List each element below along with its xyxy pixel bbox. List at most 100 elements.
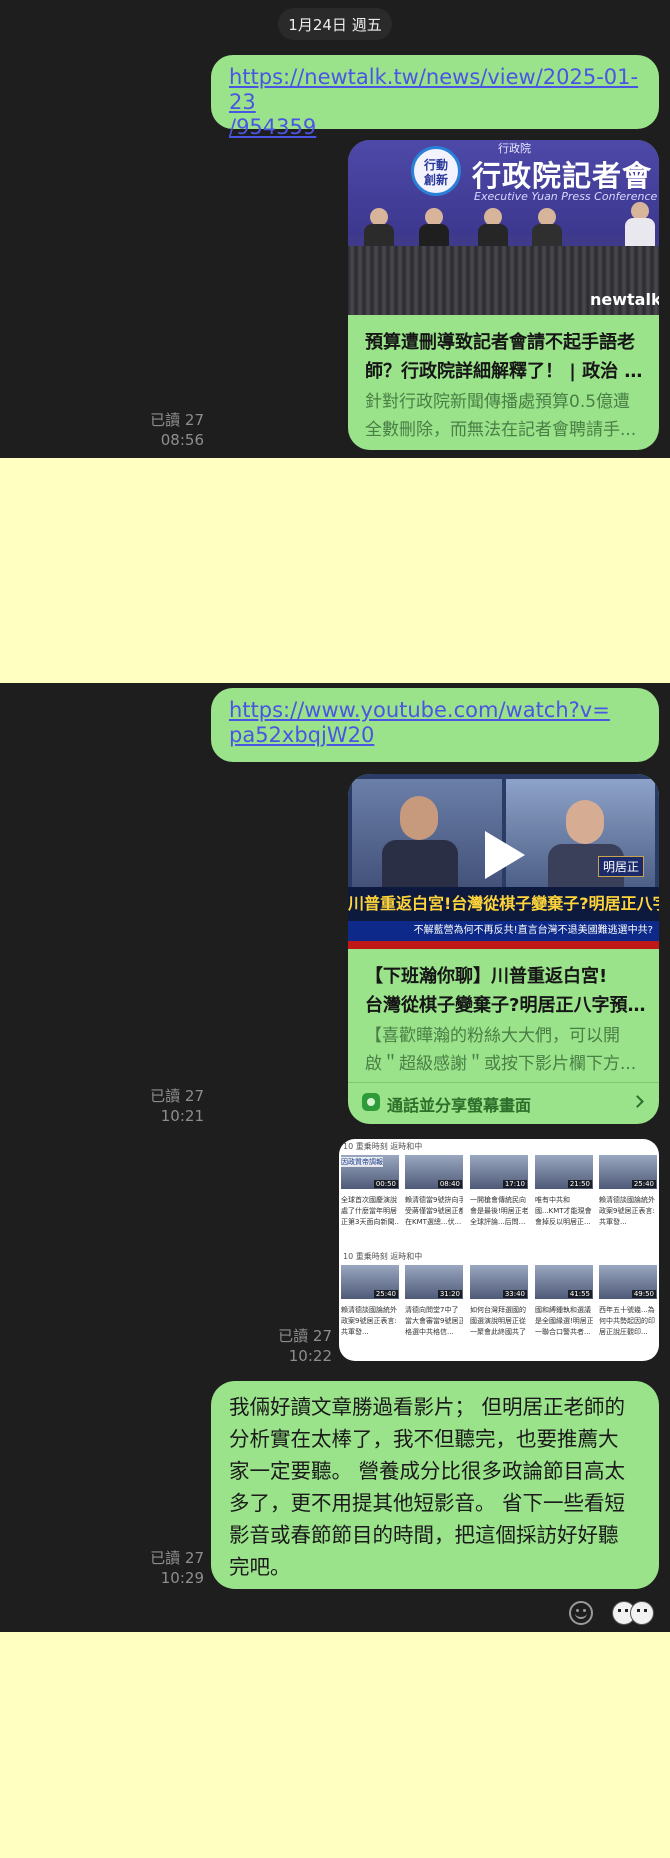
video-list-item[interactable]: 25:40 賴清德談國論統外 政案9號居正表言: 共軍發... [339,1265,399,1355]
video-duration: 49:50 [631,1290,656,1298]
guest-nameplate: 明居正 [598,856,645,877]
preview-desc-line-1: 【喜歡瞱瀚的粉絲大大們，可以開 [365,1026,620,1046]
video-title-line: 國選演說明居正從 [470,1317,526,1325]
host-body [382,840,458,887]
video-title-line: 政案9號居正表言: [341,1317,397,1325]
thumb-bottom-strip [348,941,659,949]
video-title-line: 政案9號居正表言: [599,1207,655,1215]
timestamp: 10:22 [288,1347,332,1365]
message-meta: 已讀 27 10:21 [140,1086,204,1126]
link-preview-card-youtube[interactable]: 明居正 川普重返白宮!台灣從棋子變棄子?明居正八字預言台灣命運! 不解藍營為何不… [348,774,659,1124]
preview-title-line-1[interactable]: 【下班瀚你聊】川普重返白宮! [365,962,647,991]
message-line-5: 影音或春節節目的時間，把這個採訪好好聽 [229,1523,619,1547]
emoji-icon[interactable] [569,1601,593,1625]
video-title-line: 唯有中共和 [535,1196,570,1204]
message-line-3: 家一定要聽。 營養成分比很多政論節目高太 [229,1459,626,1483]
video-duration: 00:50 [373,1180,398,1188]
video-list-rows: 10 重乗時刻 返時和中 00:50 全球首次國慶演說 處了什麼當年明居 正第3天面向新… [339,1139,659,1361]
preview-desc-line-2: 全數刪除，而無法在記者會聘請手... [365,420,637,440]
message-meta: 已讀 27 08:56 [140,410,204,450]
video-list-item[interactable]: 08:40 賴清德當9號拚向手 受蔣僅當9號居正都 在KMT選總...伏... [403,1155,463,1245]
read-receipt: 已讀 27 [278,1327,332,1345]
share-screen-row[interactable]: 通話並分享螢幕畫面 [348,1083,659,1124]
preview-title-line-1[interactable]: 預算遭刪導致記者會請不起手語老 [365,328,647,357]
thumb-caption: 川普重返白宮!台灣從棋子變棄子?明居正八字預言台灣命運! [348,887,659,921]
video-title-line: 在KMT選總...伏... [405,1218,462,1226]
preview-text[interactable]: 預算遭刪導致記者會請不起手語老 師？行政院詳細解釋了！ | 政治 |... 針對… [365,328,647,444]
link-bubble-newtalk[interactable]: https://newtalk.tw/news/view/2025-01-23 … [211,55,659,139]
video-list-item[interactable]: 31:20 清德向問堂7中了 當大會審當9號居正 格選中共格信... [403,1265,463,1355]
guest-figure [566,800,604,844]
video-thumbnail: 25:40 [341,1265,399,1299]
preview-text[interactable]: 【下班瀚你聊】川普重返白宮! 台灣從棋子變棄子?明居正八字預... 【喜歡瞱瀚的… [365,962,647,1078]
video-thumbnail: 41:55 [535,1265,593,1299]
video-title-line: 國...KMT才能現會 [535,1207,592,1215]
video-duration: 21:50 [567,1180,592,1188]
logo-line-1: 行動 [423,158,448,172]
video-list-header: 10 重乗時刻 返時和中 [343,1252,423,1261]
timestamp: 10:21 [160,1107,204,1125]
thumb-subcaption: 不解藍營為何不再反共!直言台灣不退美國難逃選中共? [348,921,659,941]
video-title-line: 共軍發... [341,1328,369,1336]
video-duration: 41:55 [567,1290,592,1298]
video-title-line: 國和縛鍾執和選議 [535,1306,591,1314]
video-list-item[interactable]: 33:40 如何台灣拜選國的 國選演說明居正從 一聚會此終國共了 [468,1265,528,1355]
video-thumbnail[interactable]: 明居正 川普重返白宮!台灣從棋子變棄子?明居正八字預言台灣命運! 不解藍營為何不… [348,774,659,949]
video-title-line: 格選中共格信... [405,1328,454,1336]
video-title-line: 全球首次國慶演說 [341,1196,397,1204]
chevron-right-icon[interactable] [631,1095,644,1108]
chat-section-1: 1月24日 週五 https://newtalk.tw/news/view/20… [0,0,670,458]
video-title-line: 全球評論...后問... [470,1218,526,1226]
link-text-line-2[interactable]: /954359 [229,115,641,140]
text-message-bubble[interactable]: 我倆好讀文章勝過看影片； 但明居正老師的 分析實在太棒了，我不但聽完，也要推薦大… [211,1381,659,1589]
date-divider: 1月24日 週五 [278,8,392,40]
share-screen-label[interactable]: 通話並分享螢幕畫面 [387,1092,531,1116]
link-preview-card-newtalk[interactable]: 行政院 行動 創新 行政院記者會 Executive Yuan Press Co… [348,140,659,450]
reaction-faces-icon[interactable] [612,1601,656,1625]
read-receipt: 已讀 27 [150,1087,204,1105]
message-line-2: 分析實在太棒了，我不但聽完，也要推薦大 [229,1427,619,1451]
video-title-line: 西年五十號幾...為 [599,1306,655,1314]
video-list-item[interactable]: 41:55 國和縛鍾執和選議 是全國緣選!明居正 一聯合口警共者... [533,1265,593,1355]
video-title-line: 正第3天面向新聞... [341,1218,399,1226]
message-line-1: 我倆好讀文章勝過看影片； 但明居正老師的 [229,1395,626,1419]
video-duration: 25:40 [373,1290,398,1298]
message-line-4: 多了，更不用提其他短影音。 省下一些看短 [229,1491,626,1515]
banner-logo: 行動 創新 [411,146,461,196]
preview-image[interactable]: 行政院 行動 創新 行政院記者會 Executive Yuan Press Co… [348,140,659,315]
message-meta: 已讀 27 10:29 [140,1548,204,1588]
image-message-video-list[interactable]: 10 重乗時刻 返時和中 00:50 全球首次國慶演說 處了什麼當年明居 正第3天面向新… [339,1139,659,1361]
link-text-line-2[interactable]: pa52xbqjW20 [229,723,641,748]
video-thumbnail: 31:20 [405,1265,463,1299]
play-icon[interactable] [485,831,525,879]
message-meta: 已讀 27 10:22 [268,1326,332,1366]
video-title-line: 賴清德談國論統外 [599,1196,655,1204]
preview-desc-line-1: 針對行政院新聞傳播處預算0.5億遭 [365,392,631,412]
video-title-line: 居正說圧觀印... [599,1328,648,1336]
host-figure [400,796,438,840]
video-thumbnail: 21:50 [535,1155,593,1189]
link-text-line-1[interactable]: https://www.youtube.com/watch?v= [229,698,641,723]
video-list-item[interactable]: 25:40 賴清德談國論統外 政案9號居正表言: 共軍發... [597,1155,657,1245]
read-receipt: 已讀 27 [150,1549,204,1567]
video-title-line: 共軍發... [599,1218,627,1226]
video-title-line: 受蔣僅當9號居正都 [405,1207,463,1215]
video-title-line: 清德向問堂7中了 [405,1306,459,1314]
preview-title-line-2[interactable]: 台灣從棋子變棄子?明居正八字預... [365,991,647,1020]
video-duration: 08:40 [437,1180,462,1188]
video-duration: 17:10 [502,1180,527,1188]
video-thumbnail: 49:50 [599,1265,657,1299]
link-bubble-youtube[interactable]: https://www.youtube.com/watch?v= pa52xbq… [211,688,659,762]
video-list-item[interactable]: 49:50 西年五十號幾...為 何中共勢起因的印 居正說圧觀印... [597,1265,657,1355]
preview-title-line-2[interactable]: 師？行政院詳細解釋了！ | 政治 |... [365,357,647,386]
video-title-line: 如何台灣拜選國的 [470,1306,526,1314]
video-duration: 33:40 [502,1290,527,1298]
video-list-item[interactable]: 00:50 全球首次國慶演說 處了什麼當年明居 正第3天面向新聞... [339,1155,399,1245]
link-text-line-1[interactable]: https://newtalk.tw/news/view/2025-01-23 [229,65,641,115]
video-list-item[interactable]: 17:10 一開槍會傳統民向 會是最後!明居正老 全球評論...后問... [468,1155,528,1245]
video-title-line: 處了什麼當年明居 [341,1207,397,1215]
video-list-item[interactable]: 21:50 唯有中共和 國...KMT才能現會 會掉反以明居正... [533,1155,593,1245]
video-list-header: 10 重乗時刻 返時和中 [343,1142,423,1151]
video-thumbnail: 17:10 [470,1155,528,1189]
video-duration: 31:20 [437,1290,462,1298]
